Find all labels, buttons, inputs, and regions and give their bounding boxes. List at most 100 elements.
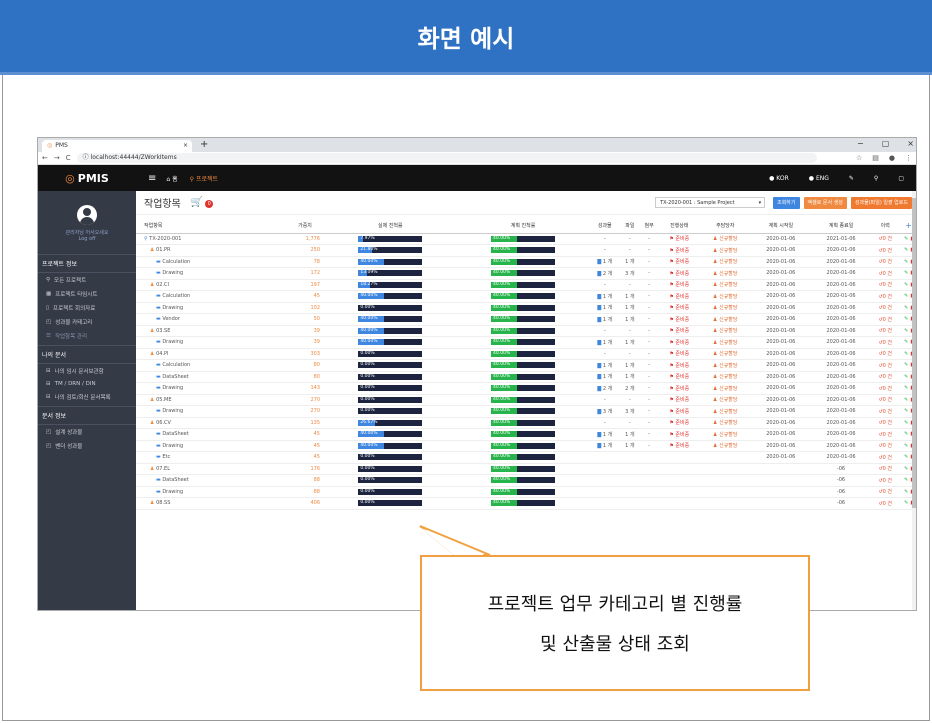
table-row[interactable]: ▬ DataSheet 45 40.00% 40.00% ▇ 1 개 1 개 - ⚑ 준비중 ♟… [136,428,916,441]
workitem-name[interactable]: 08.SS [156,500,170,506]
table-row[interactable]: ▬ DataSheet880.00%40.00%-06↺0 건✎▮ [136,474,916,487]
workitem-name[interactable]: Vendor [162,316,180,322]
workitem-name[interactable]: Drawing [162,305,183,311]
history-count[interactable]: 0 건 [883,351,892,357]
history-count[interactable]: 0 건 [883,317,892,323]
history-count[interactable]: 0 건 [883,271,892,277]
table-row[interactable]: ▬ Calculation 80 0.00% 40.00% ▇ 1 개 1 개 - ⚑ 준비중… [136,359,916,372]
tab-close-icon[interactable]: × [183,140,188,152]
manager-link[interactable]: 신규할당 [719,374,737,380]
deliverable-count[interactable]: - [604,351,606,357]
deliverable-count[interactable]: 1 개 [603,374,612,380]
history-count[interactable]: 0 건 [883,294,892,300]
edit-icon[interactable]: ✎ [904,500,908,506]
nav-project[interactable]: ⚲ 프로젝트 [190,174,218,183]
history-count[interactable]: 0 건 [883,432,892,438]
history-count[interactable]: 0 건 [883,455,892,461]
manager-link[interactable]: 신규할당 [719,443,737,449]
deliverable-count[interactable]: 3 개 [603,409,612,415]
browser-tab[interactable]: ◎ PMS × [42,140,192,152]
table-row[interactable]: ▬ Drawing 172 13.09% 40.00% ▇ 2 개3 개 - ⚑ 준비중 ♟ … [136,267,916,280]
file-count[interactable]: 1 개 [625,432,634,438]
history-count[interactable]: 0 건 [883,443,892,449]
deliverable-count[interactable]: - [604,397,606,403]
close-icon[interactable]: × [907,139,914,148]
manager-link[interactable]: 신규할당 [719,420,737,426]
table-row[interactable]: ♟ 02.CI 197 18.27% 40.00% - - - ⚑ 준비중 ♟ 신규할당 2020… [136,279,916,291]
edit-icon[interactable]: ✎ [904,270,908,276]
file-count[interactable]: 2 개 [625,386,634,392]
workitem-name[interactable]: Calculation [162,259,190,265]
workitem-name[interactable]: DataSheet [162,431,188,437]
maximize-icon[interactable]: ▢ [882,139,890,148]
profile-icon[interactable]: ● [889,154,895,162]
deliverable-count[interactable]: 1 개 [603,340,612,346]
sidebar-item-category[interactable]: ◰ 성과물 카테고리 [38,315,136,329]
edit-icon[interactable]: ✎ [904,293,908,299]
edit-icon[interactable]: ✎ [904,420,908,426]
edit-icon[interactable]: ✎ [904,408,908,414]
history-count[interactable]: 0 건 [883,489,892,495]
deliverable-count[interactable]: 1 개 [603,259,612,265]
manager-link[interactable]: 신규할당 [719,409,737,415]
table-row[interactable]: ▬ Calculation 45 40.00% 40.00% ▇ 1 개 1 개 - ⚑ 준비… [136,290,916,303]
search-button[interactable]: 조회하기 [773,196,800,209]
manager-link[interactable]: 신규할당 [719,248,737,254]
table-row[interactable]: ▬ Drawing880.00%40.00%-06↺0 건✎▮ [136,486,916,498]
file-count[interactable]: - [629,236,631,242]
manager-link[interactable]: 신규할당 [719,317,737,323]
deliverable-count[interactable]: 1 개 [603,317,612,323]
star-icon[interactable]: ☆ [856,154,862,162]
edit-icon[interactable]: ✎ [904,328,908,334]
table-row[interactable]: ▬ Drawing 270 0.00% 40.00% ▇ 3 개 3 개 - ⚑ 준비중 ♟ 신… [136,405,916,418]
workitem-name[interactable]: Drawing [162,443,183,449]
history-count[interactable]: 0 건 [883,363,892,369]
sidebar-item-tm[interactable]: ⊟ TM / DRN / DIN [38,378,136,390]
manager-link[interactable]: 신규할당 [719,386,737,392]
sidebar-item-workitems[interactable]: ☰ 작업항목 관리 [38,329,136,343]
file-count[interactable]: 1 개 [625,443,634,449]
edit-icon[interactable]: ✎ [904,454,908,460]
table-row[interactable]: ♟ 04.PI 303 0.00% 40.00% - - - ⚑ 준비중 ♟ 신규할당 2020-… [136,348,916,360]
hamburger-menu-icon[interactable]: ≡ [148,173,156,184]
workitem-name[interactable]: Calculation [162,362,190,368]
back-icon[interactable]: ← [42,154,48,162]
file-count[interactable]: - [629,397,631,403]
table-row[interactable]: ▬ Etc 45 0.00% 40.00% 2020-01-06 2020-01-06 ↺0… [136,451,916,464]
deliverable-count[interactable]: - [604,247,606,253]
sidebar-item-design[interactable]: ◰ 설계 성과물 [38,425,136,439]
manager-link[interactable]: 신규할당 [719,363,737,369]
bulk-upload-button[interactable]: 성과물(파일) 일괄 업로드 [850,196,912,209]
manager-link[interactable]: 신규할당 [719,259,737,265]
workitem-name[interactable]: Etc [162,454,170,460]
history-count[interactable]: 0 건 [883,501,892,507]
edit-icon[interactable]: ✎ [904,477,908,483]
manager-link[interactable]: 신규할당 [719,397,737,403]
table-row[interactable]: ⚲ TX-2020-001 1,776 7.97% 40.00% - - - ⚑ 준비중 ♟ 신… [136,233,916,245]
logoff-link[interactable]: Log off [38,236,136,242]
history-count[interactable]: 0 건 [883,397,892,403]
deliverable-count[interactable]: 1 개 [603,305,612,311]
deliverable-count[interactable]: - [604,328,606,334]
table-row[interactable]: ▬ DataSheet 80 0.00% 40.00% ▇ 1 개1 개 - ⚑ 준비중 ♟ … [136,371,916,383]
file-count[interactable]: - [629,351,631,357]
edit-icon[interactable]: ✎ [904,339,908,345]
file-count[interactable]: 1 개 [625,317,634,323]
workitem-name[interactable]: Drawing [162,270,183,276]
table-row[interactable]: ♟ 05.ME 270 0.00% 40.00% - - - ⚑ 준비중 ♟ 신규할당 2020-… [136,394,916,406]
edit-icon[interactable]: ✎ [904,236,908,242]
workitem-name[interactable]: 01.PR [156,247,170,253]
table-row[interactable]: ♟ 06.CV 135 26.67% 40.00% - - - ⚑ 준비중 ♟ 신규할당 2020… [136,417,916,429]
minimize-icon[interactable]: − [857,139,864,148]
file-count[interactable]: - [629,247,631,253]
project-select[interactable]: TX-2020-001 : Sample Project ▾ [655,197,766,208]
workitem-name[interactable]: 06.CV [156,420,171,426]
file-count[interactable]: 1 개 [625,340,634,346]
edit-icon[interactable]: ✎ [904,259,908,265]
history-count[interactable]: 0 건 [883,305,892,311]
workitem-name[interactable]: 04.PI [156,351,168,357]
edit-icon[interactable]: ✎ [904,374,908,380]
history-count[interactable]: 0 건 [883,328,892,334]
lang-kor[interactable]: ● KOR [769,175,789,182]
history-count[interactable]: 0 건 [883,409,892,415]
